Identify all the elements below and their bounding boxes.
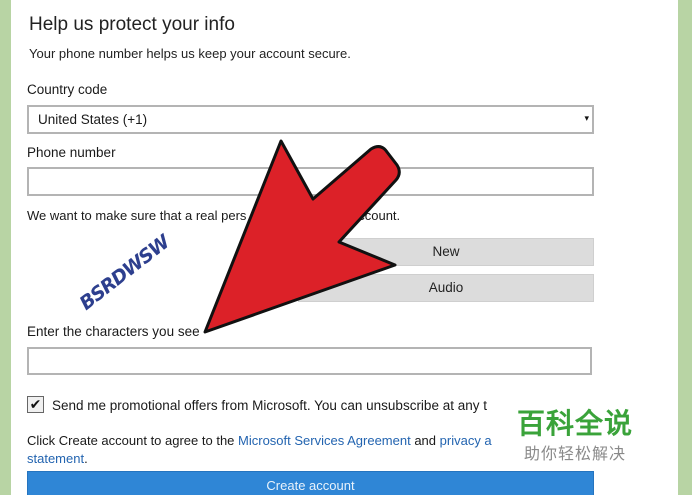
promo-checkbox[interactable]: ✔: [27, 396, 44, 413]
privacy-statement-link[interactable]: statement: [27, 451, 84, 466]
captcha-image: BSRDWSW: [75, 231, 174, 315]
page-title: Help us protect your info: [29, 14, 235, 35]
watermark-tagline: 助你轻松解决: [524, 444, 627, 463]
country-code-select[interactable]: United States (+1) ▾: [27, 105, 594, 134]
terms-text: Click Create account to agree to the Mic…: [27, 433, 492, 448]
terms-bold: Create account: [58, 433, 147, 448]
country-code-value: United States (+1): [38, 112, 148, 127]
terms-middle: to agree to the: [146, 433, 239, 448]
phone-number-label: Phone number: [27, 145, 116, 160]
terms-text-line2: statement.: [27, 451, 88, 466]
dropdown-arrow-icon: ▾: [584, 113, 589, 123]
privacy-link[interactable]: privacy a: [440, 433, 492, 448]
captcha-input[interactable]: [27, 347, 592, 375]
promo-label: Send me promotional offers from Microsof…: [52, 398, 487, 413]
verify-text: We want to make sure that a real pers: [27, 208, 247, 223]
captcha-audio-button[interactable]: Audio: [298, 274, 594, 302]
country-code-label: Country code: [27, 82, 108, 97]
watermark-logo: 百科全说: [517, 407, 634, 440]
phone-number-input[interactable]: [27, 167, 594, 196]
create-account-button[interactable]: Create account: [27, 471, 594, 495]
captcha-new-button[interactable]: New: [298, 238, 594, 266]
page-subtitle: Your phone number helps us keep your acc…: [29, 46, 351, 61]
verify-text-tail: account.: [351, 208, 401, 223]
checkmark-icon: ✔: [29, 396, 42, 412]
terms-and: and: [410, 433, 440, 448]
terms-suffix: .: [84, 451, 88, 466]
captcha-input-label: Enter the characters you see: [27, 324, 200, 339]
services-agreement-link[interactable]: Microsoft Services Agreement: [238, 433, 411, 448]
terms-prefix: Click: [27, 433, 59, 448]
